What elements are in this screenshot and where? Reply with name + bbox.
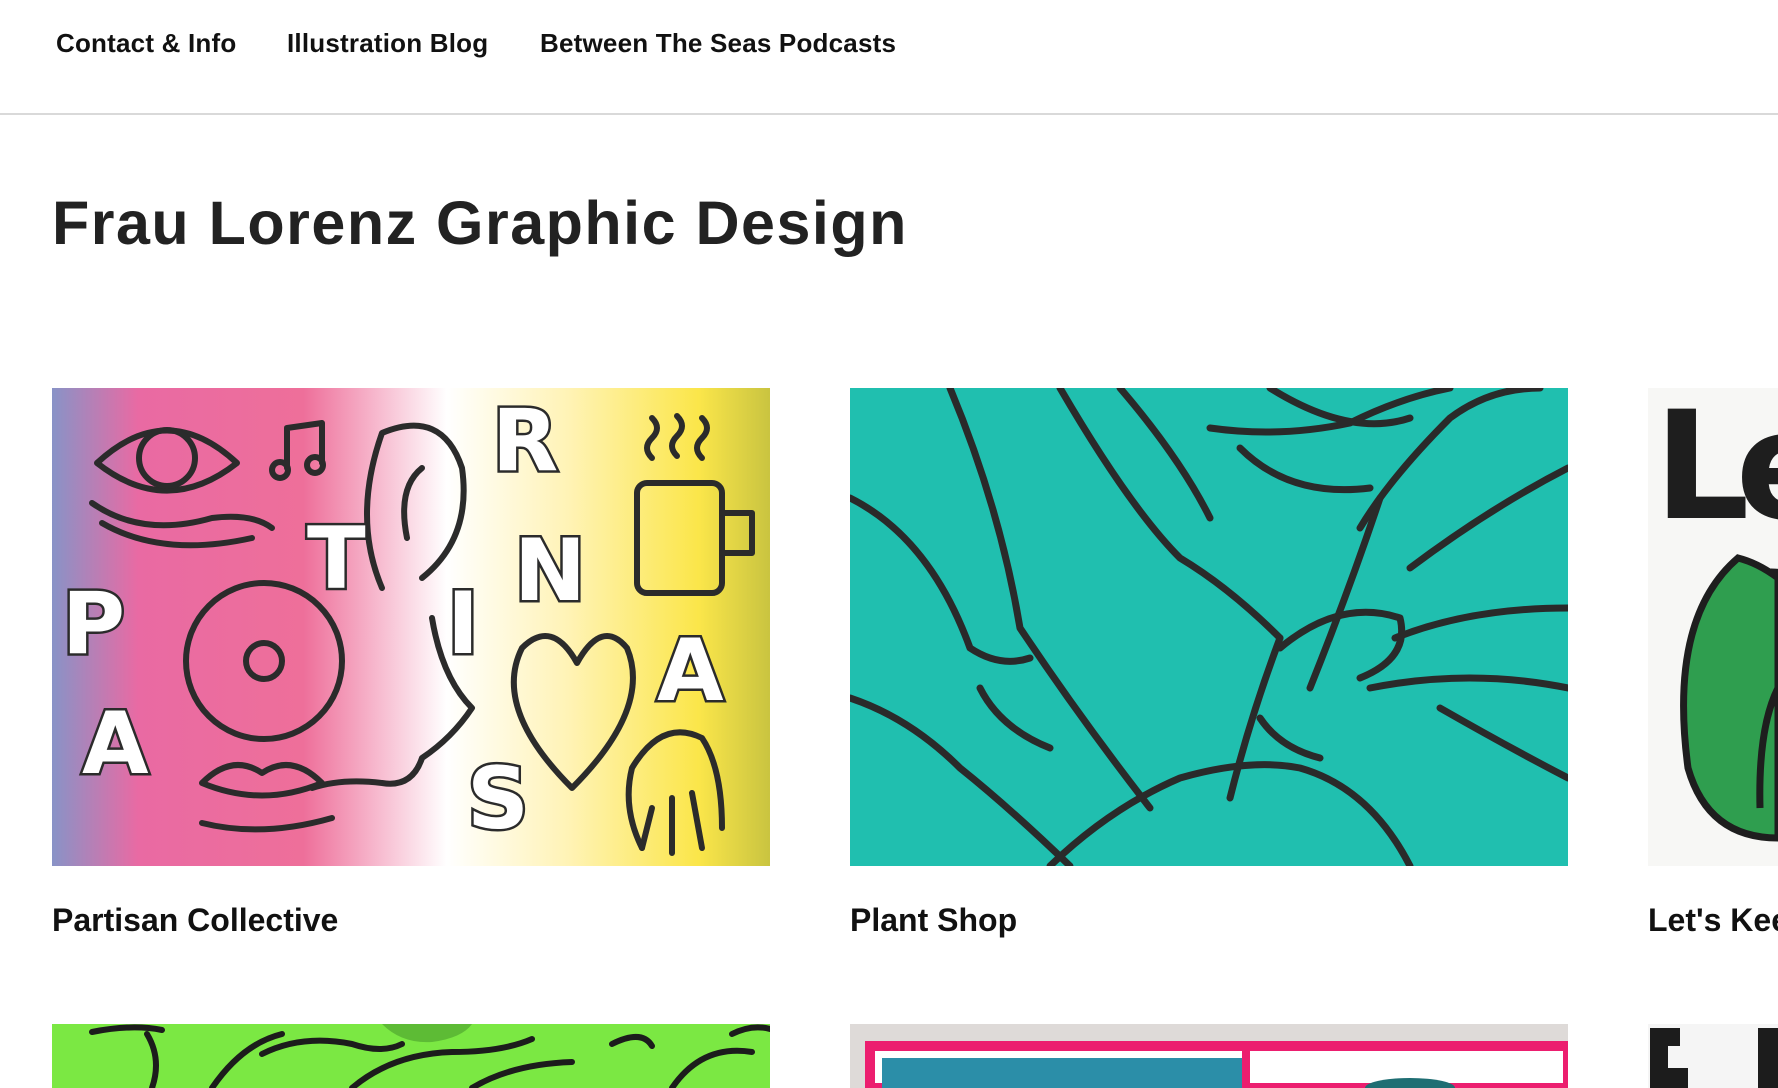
top-navigation: Contact & Info Illustration Blog Between… [0, 0, 1778, 115]
lets-keep-headline: Le [1654, 388, 1778, 554]
pink-frame-illustration [850, 1024, 1568, 1088]
project-thumbnail-plant-shop[interactable] [850, 388, 1568, 866]
project-thumbnail-partisan-collective[interactable]: P A R T I N A S [52, 388, 770, 866]
project-title[interactable]: Let's Kee [1648, 902, 1778, 939]
project-thumbnail-row2-1[interactable] [52, 1024, 770, 1088]
plant-shop-illustration [850, 388, 1568, 866]
project-title[interactable]: Partisan Collective [52, 902, 338, 939]
lets-keep-illustration: Le C [1648, 388, 1778, 866]
letter-i: I [447, 574, 479, 674]
nav-illustration-blog-link[interactable]: Illustration Blog [287, 28, 488, 59]
partisan-collective-illustration: P A R T I N A S [52, 388, 770, 866]
letter-n: N [514, 521, 586, 621]
project-title[interactable]: Plant Shop [850, 902, 1017, 939]
nav-podcasts-link[interactable]: Between The Seas Podcasts [540, 28, 896, 59]
black-white-illustration [1648, 1024, 1778, 1088]
letter-a: A [82, 694, 149, 794]
letter-p: P [62, 574, 125, 674]
letter-r: R [492, 391, 558, 491]
page-title: Frau Lorenz Graphic Design [52, 189, 908, 257]
project-thumbnail-lets-keep[interactable]: Le C [1648, 388, 1778, 866]
letter-t: T [307, 509, 366, 609]
nav-contact-info-link[interactable]: Contact & Info [56, 28, 236, 59]
letter-a2: A [657, 621, 724, 721]
project-thumbnail-row2-2[interactable] [850, 1024, 1568, 1088]
project-thumbnail-row2-3[interactable] [1648, 1024, 1778, 1088]
letter-s: S [467, 749, 529, 849]
lime-illustration [52, 1024, 770, 1088]
